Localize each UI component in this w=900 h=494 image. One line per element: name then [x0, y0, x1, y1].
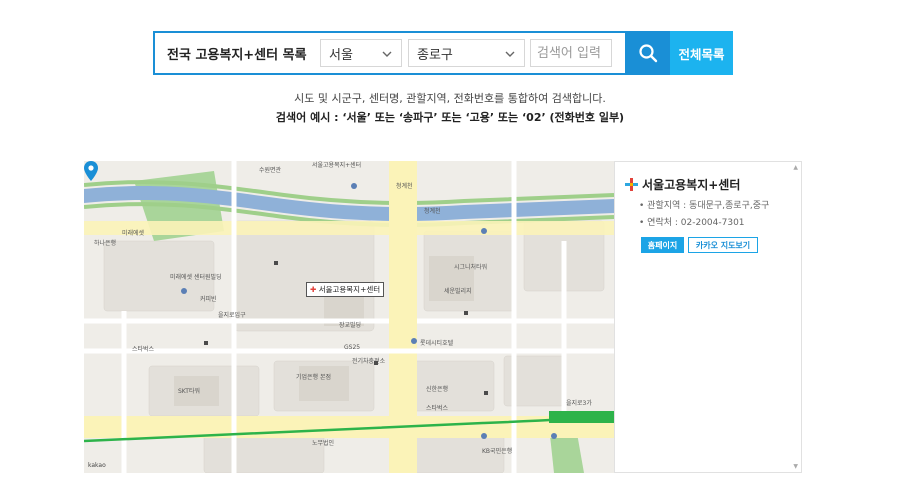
map-label: 스타벅스: [426, 405, 449, 412]
map-label: 노무법인: [312, 440, 335, 447]
map-label: SKT타워: [178, 388, 200, 395]
map-label: 수원면관: [259, 167, 282, 174]
map-label: GS25: [344, 344, 361, 351]
map-label: 청계천: [396, 183, 413, 190]
search-title: 전국 고용복지+센터 목록: [167, 47, 307, 63]
map-label: 하나은행: [94, 240, 117, 247]
map-pin-label[interactable]: ✚ 서울고용복지+센터: [306, 282, 385, 297]
map-label: 을지로입구: [218, 312, 246, 319]
map-label: 세운빌리지: [444, 288, 472, 295]
map-label: 미래에셋 센터원빌딩: [170, 274, 222, 281]
district-select[interactable]: 종로구: [408, 39, 525, 67]
map-label: 기업은행 본점: [296, 374, 332, 381]
search-icon: [638, 44, 657, 63]
phone-text: • 연락처 : 02-2004-7301: [639, 218, 745, 228]
all-list-button[interactable]: 전체목록: [670, 31, 733, 75]
center-info-panel: 서울고용복지+센터 • 관할지역 : 동대문구,종로구,중구 • 연락처 : 0…: [614, 161, 802, 473]
map-label: KB국민은행: [482, 448, 513, 455]
map-label: 장교빌딩: [339, 322, 362, 329]
map-label: 을지로3가: [566, 400, 592, 407]
scroll-up-icon[interactable]: ▲: [793, 164, 798, 171]
center-logo-icon: [625, 178, 638, 191]
city-select-value: 서울: [329, 47, 353, 63]
map-label: 신한은행: [426, 386, 449, 393]
homepage-button[interactable]: 홈페이지: [641, 237, 684, 253]
city-select[interactable]: 서울: [320, 39, 402, 67]
map-attribution: kakao: [88, 462, 106, 469]
search-button[interactable]: [625, 31, 670, 75]
search-example-text: 검색어 예시 : ‘서울’ 또는 ‘송파구’ 또는 ‘고용’ 또는 ‘02’ (…: [275, 111, 625, 124]
map-marker-icon[interactable]: [84, 161, 98, 181]
kakao-map-button[interactable]: 카카오 지도보기: [688, 237, 758, 253]
map-canvas: [84, 161, 614, 473]
map-view[interactable]: 수원면관 서울고용복지+센터 청계천 SKT타워 시그니처타워 세운빌리지 기업…: [84, 161, 614, 473]
center-name: 서울고용복지+센터: [642, 178, 741, 192]
scroll-down-icon[interactable]: ▼: [793, 463, 798, 470]
map-label: 미래에셋: [122, 230, 145, 237]
map-label: 청계천: [424, 208, 441, 215]
map-pin-label-text: 서울고용복지+센터: [318, 285, 381, 294]
map-label: 전기차충전소: [352, 358, 386, 365]
map-label: 스타벅스: [132, 346, 155, 353]
map-label: 커피빈: [200, 296, 217, 303]
chevron-down-icon: [505, 51, 515, 57]
map-label: 시그니처타워: [454, 264, 488, 271]
search-bar: 전국 고용복지+센터 목록 서울 종로구 전체목록: [153, 31, 733, 75]
search-help-text: 시도 및 시군구, 센터명, 관할지역, 전화번호를 통합하여 검색합니다.: [294, 92, 606, 105]
jurisdiction-text: • 관할지역 : 동대문구,종로구,중구: [639, 201, 770, 211]
search-input[interactable]: [530, 39, 612, 67]
chevron-down-icon: [382, 51, 392, 57]
center-name-heading: 서울고용복지+센터: [625, 176, 740, 193]
map-label: 서울고용복지+센터: [312, 162, 362, 169]
center-logo-icon: ✚: [310, 285, 317, 294]
map-label: 롯데시티호텔: [420, 340, 454, 347]
district-select-value: 종로구: [417, 47, 453, 63]
